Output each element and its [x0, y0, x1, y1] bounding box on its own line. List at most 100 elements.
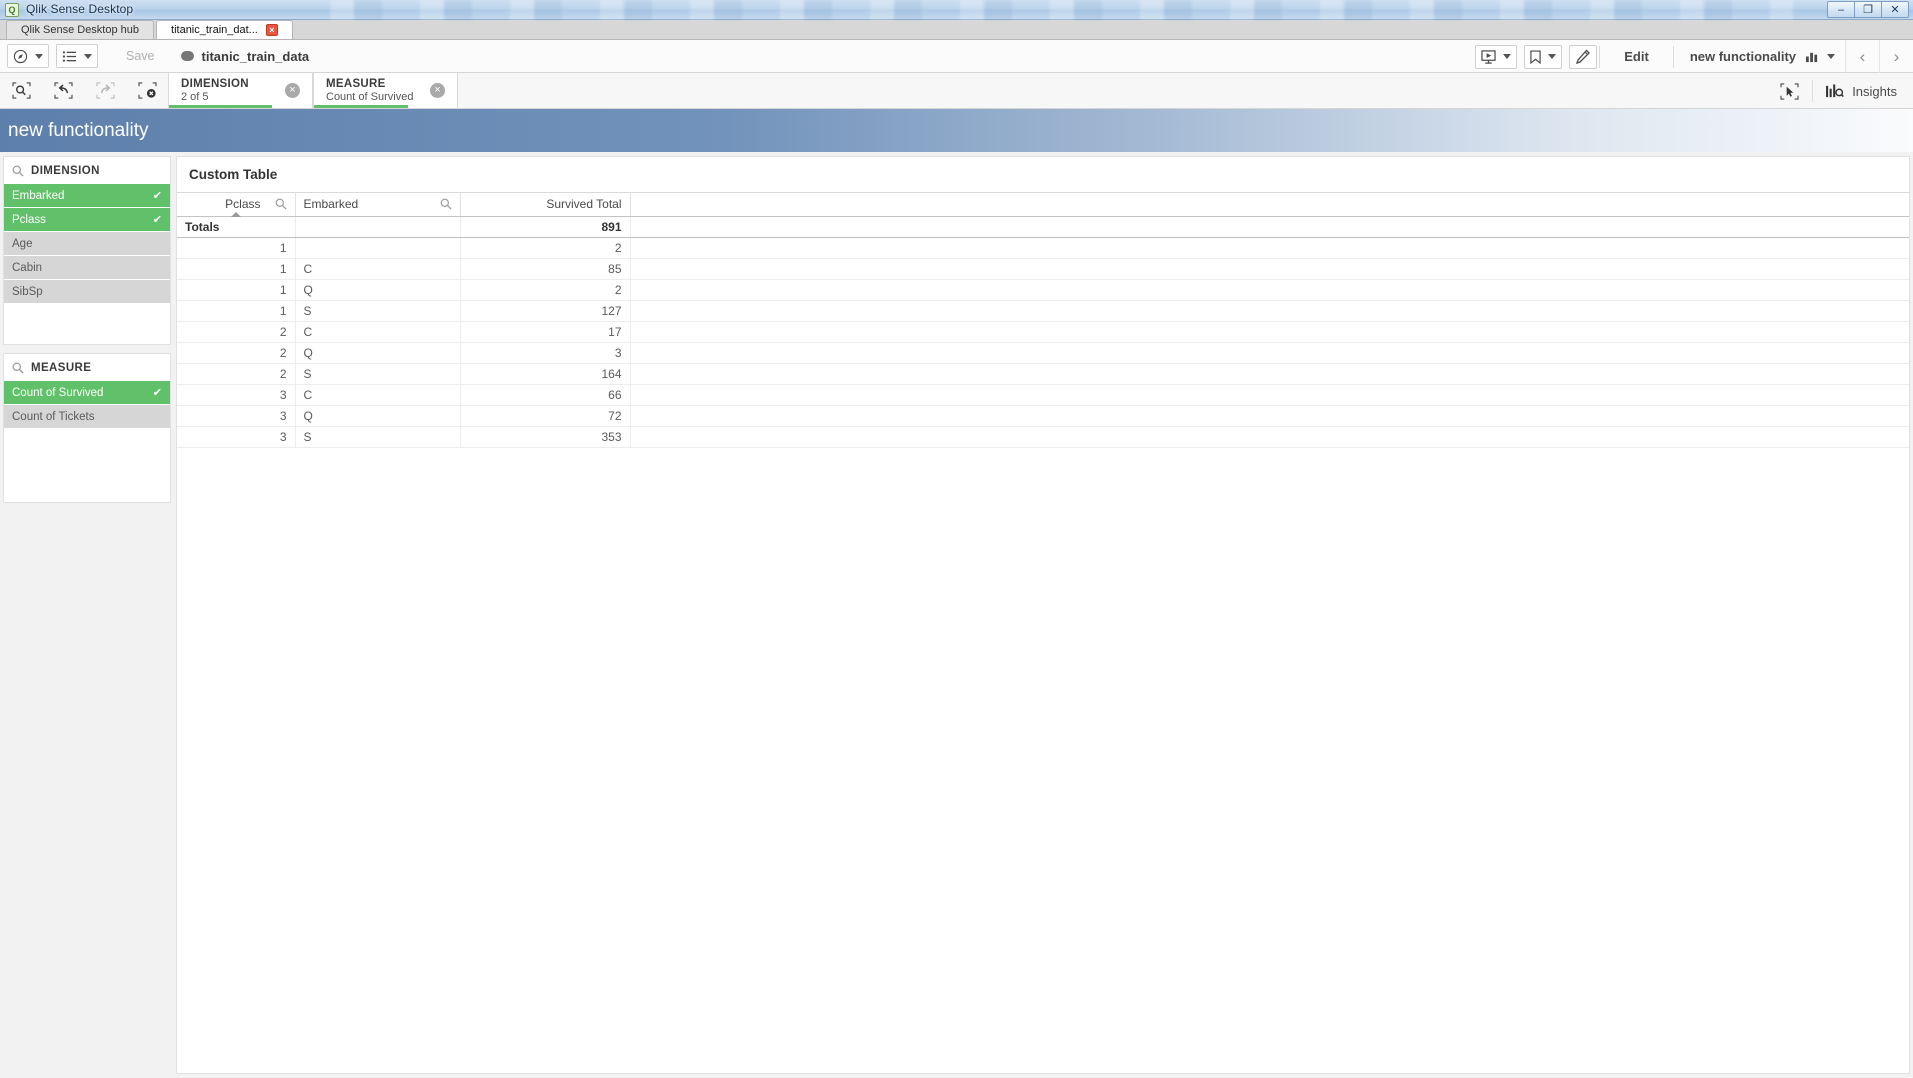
- selection-tool-button[interactable]: [1768, 82, 1810, 100]
- clear-all-selections-button[interactable]: [126, 73, 168, 108]
- dimension-item-sibsp[interactable]: SibSp: [4, 280, 170, 304]
- edit-button[interactable]: Edit: [1602, 43, 1671, 70]
- pill-dimension-title: DIMENSION: [181, 78, 249, 90]
- dimension-item-cabin[interactable]: Cabin: [4, 256, 170, 280]
- bookmark-button[interactable]: [1524, 44, 1563, 69]
- chevron-down-icon: [1503, 54, 1512, 59]
- cell-filler: [630, 279, 1909, 301]
- dimension-item-age[interactable]: Age: [4, 232, 170, 256]
- tab-hub-label: Qlik Sense Desktop hub: [21, 24, 140, 36]
- tab-app[interactable]: titanic_train_dat... ×: [156, 20, 293, 39]
- cell-embarked[interactable]: C: [295, 321, 461, 343]
- toolbar-divider: [1599, 45, 1601, 68]
- check-icon: ✔: [152, 190, 162, 202]
- desktop-background-blur: [330, 0, 1793, 20]
- table-row[interactable]: 2 Q 3: [177, 342, 1909, 364]
- table-header-row: Pclass Embarked Survived Total: [177, 192, 1909, 217]
- cell-pclass[interactable]: 1: [177, 258, 296, 280]
- cell-pclass[interactable]: 1: [177, 300, 296, 322]
- table-row[interactable]: 2 C 17: [177, 321, 1909, 343]
- insights-button[interactable]: Insights: [1815, 84, 1913, 99]
- previous-sheet-button[interactable]: ‹: [1845, 40, 1879, 73]
- cell-filler: [630, 363, 1909, 385]
- list-icon: [62, 50, 76, 62]
- cell-embarked[interactable]: C: [295, 384, 461, 406]
- table-row[interactable]: 3 C 66: [177, 384, 1909, 406]
- dimension-panel-header[interactable]: DIMENSION: [4, 157, 170, 184]
- step-forward-icon: [95, 82, 115, 99]
- save-button[interactable]: Save: [110, 45, 171, 67]
- table-row[interactable]: 1 S 127: [177, 300, 1909, 322]
- clear-measure-selection-icon[interactable]: ×: [430, 83, 445, 98]
- measure-item-label: Count of Tickets: [12, 410, 95, 423]
- dimension-item-label: Cabin: [12, 261, 43, 274]
- chevron-down-icon: [84, 53, 92, 59]
- chevron-down-icon: [1548, 54, 1557, 59]
- window-title-bar: Q Qlik Sense Desktop – ❐ ✕: [0, 0, 1913, 20]
- sort-ascending-icon: [230, 212, 241, 217]
- cell-survived: 2: [460, 279, 631, 301]
- measure-panel: MEASURE Count of Survived ✔ Count of Tic…: [3, 353, 171, 503]
- step-forward-button[interactable]: [84, 73, 126, 108]
- minimize-button[interactable]: –: [1827, 1, 1855, 18]
- sheet-list-button[interactable]: [56, 44, 98, 68]
- magnifier-icon[interactable]: [275, 198, 287, 210]
- sheet-selector[interactable]: new functionality: [1676, 43, 1845, 70]
- measure-item-count-of-tickets[interactable]: Count of Tickets: [4, 405, 170, 429]
- restore-button[interactable]: ❐: [1854, 1, 1882, 18]
- cell-pclass[interactable]: 2: [177, 342, 296, 364]
- cell-embarked[interactable]: Q: [295, 342, 461, 364]
- selection-pill-measure[interactable]: MEASURE Count of Survived ×: [313, 73, 458, 108]
- cell-pclass[interactable]: 3: [177, 384, 296, 406]
- measure-panel-header[interactable]: MEASURE: [4, 354, 170, 381]
- table-row[interactable]: 2 S 164: [177, 363, 1909, 385]
- storytelling-button[interactable]: [1475, 44, 1518, 69]
- cell-pclass[interactable]: 2: [177, 363, 296, 385]
- table-row[interactable]: 1 2: [177, 237, 1909, 259]
- dimension-item-embarked[interactable]: Embarked ✔: [4, 184, 170, 208]
- cell-embarked[interactable]: S: [295, 426, 461, 448]
- selection-search-button[interactable]: [0, 73, 42, 108]
- table-row[interactable]: 3 S 353: [177, 426, 1909, 448]
- selection-bar: DIMENSION 2 of 5 × MEASURE Count of Surv…: [0, 73, 1913, 109]
- selection-pill-dimension[interactable]: DIMENSION 2 of 5 ×: [168, 73, 313, 108]
- table-row[interactable]: 1 Q 2: [177, 279, 1909, 301]
- column-header-embarked[interactable]: Embarked: [295, 192, 461, 217]
- measure-item-count-of-survived[interactable]: Count of Survived ✔: [4, 381, 170, 405]
- cell-pclass[interactable]: 3: [177, 405, 296, 427]
- close-icon[interactable]: ×: [265, 24, 278, 36]
- app-toolbar: Save titanic_train_data Edit new functio…: [0, 40, 1913, 73]
- cell-embarked[interactable]: [295, 237, 461, 259]
- table-row[interactable]: 1 C 85: [177, 258, 1909, 280]
- column-header-pclass[interactable]: Pclass: [177, 192, 296, 217]
- tab-app-label: titanic_train_dat...: [171, 24, 258, 36]
- cell-embarked[interactable]: C: [295, 258, 461, 280]
- cell-pclass[interactable]: 1: [177, 279, 296, 301]
- dimension-item-pclass[interactable]: Pclass ✔: [4, 208, 170, 232]
- cell-pclass[interactable]: 2: [177, 321, 296, 343]
- next-sheet-button[interactable]: ›: [1879, 40, 1913, 73]
- cell-survived: 3: [460, 342, 631, 364]
- cell-embarked[interactable]: Q: [295, 405, 461, 427]
- navigation-menu-button[interactable]: [7, 44, 49, 68]
- cell-filler: [630, 258, 1909, 280]
- pill-dimension-subtitle: 2 of 5: [181, 91, 209, 103]
- tab-hub[interactable]: Qlik Sense Desktop hub: [6, 20, 155, 39]
- magnifier-icon[interactable]: [440, 198, 452, 210]
- magnifier-icon: [12, 165, 24, 177]
- insights-label: Insights: [1852, 83, 1897, 99]
- cell-embarked[interactable]: S: [295, 300, 461, 322]
- cell-filler: [630, 237, 1909, 259]
- cell-pclass[interactable]: 1: [177, 237, 296, 259]
- column-header-survived-total[interactable]: Survived Total: [460, 192, 631, 217]
- cell-embarked[interactable]: Q: [295, 279, 461, 301]
- clear-dimension-selection-icon[interactable]: ×: [285, 83, 300, 98]
- close-button[interactable]: ✕: [1881, 1, 1909, 18]
- table-row[interactable]: 3 Q 72: [177, 405, 1909, 427]
- edit-pencil-button[interactable]: [1569, 44, 1598, 69]
- step-back-button[interactable]: [42, 73, 84, 108]
- bar-chart-icon: [1806, 52, 1818, 63]
- cell-pclass[interactable]: 3: [177, 426, 296, 448]
- measure-panel-title: MEASURE: [31, 361, 92, 374]
- cell-embarked[interactable]: S: [295, 363, 461, 385]
